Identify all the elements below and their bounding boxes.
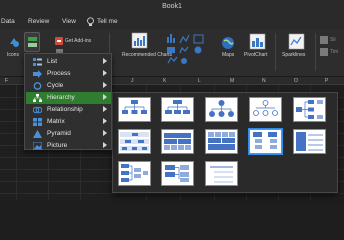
smartart-category-menu: List Process Cycle Hierarchy Relationshi… [24, 53, 112, 150]
submenu-arrow-icon [103, 94, 107, 100]
process-icon [33, 70, 42, 78]
timeline-label: Tim [330, 49, 339, 55]
horizontal-multi-level-thumbnail [165, 165, 189, 182]
submenu-arrow-icon [103, 70, 107, 76]
hierarchy-layout-organization-chart[interactable] [118, 97, 151, 122]
submenu-arrow-icon [103, 118, 107, 124]
hierarchy-icon [33, 94, 42, 102]
window-title: Book1 [162, 3, 182, 10]
architecture-thumbnail [208, 132, 235, 150]
column-header-k[interactable]: K [163, 78, 166, 84]
hierarchy-layout-horizontal-multi-level[interactable] [161, 161, 194, 186]
half-circle-thumbnail [253, 100, 278, 116]
slicer-label: Sli [330, 37, 336, 43]
icons-icon[interactable] [7, 35, 21, 49]
menu-item-label: Process [47, 70, 71, 77]
recommended-charts-label: Recommended Charts [122, 52, 173, 58]
column-header-j[interactable]: J [131, 78, 134, 84]
column-header-p[interactable]: P [325, 78, 328, 84]
hierarchy-layout-name-title-org[interactable] [161, 97, 194, 122]
hierarchy-layout-horizontal[interactable] [293, 97, 326, 122]
menu-item-label: Cycle [47, 82, 64, 89]
tab-data[interactable]: Data [1, 18, 15, 25]
icons-label: Icons [7, 52, 19, 58]
menu-item-list[interactable]: List [26, 56, 111, 68]
hierarchy-gallery [112, 92, 338, 193]
circle-picture-thumbnail [209, 100, 234, 117]
submenu-arrow-icon [103, 130, 107, 136]
chart-types-icon[interactable] [166, 33, 206, 67]
slicer-icon[interactable] [320, 36, 328, 44]
add-ins-icon [55, 37, 63, 45]
horizontal-hierarchy-thumbnail [296, 100, 323, 119]
recommended-charts-icon[interactable] [131, 32, 148, 49]
pivotchart-label: PivotChart [244, 52, 268, 58]
title-bar: Book1 [0, 0, 344, 15]
column-header-l[interactable]: L [198, 78, 201, 84]
menu-item-matrix[interactable]: Matrix [26, 116, 111, 128]
sparklines-label: Sparklines [282, 52, 306, 58]
maps-label: Maps [222, 52, 235, 58]
hierarchy-layout-list[interactable] [248, 128, 283, 155]
hierarchy-list-thumbnail [253, 132, 277, 149]
tab-review[interactable]: Review [28, 18, 49, 25]
picture-icon [33, 142, 42, 150]
hierarchy-layout-circle-picture[interactable] [205, 97, 238, 122]
submenu-arrow-icon [103, 106, 107, 112]
submenu-arrow-icon [103, 82, 107, 88]
matrix-icon [33, 118, 42, 126]
pyramid-icon [33, 130, 42, 138]
menu-item-relationship[interactable]: Relationship [26, 104, 111, 116]
org-chart-thumbnail [122, 100, 147, 114]
tell-me-search[interactable]: Tell me [97, 18, 118, 25]
name-title-org-thumbnail [165, 100, 190, 114]
ribbon-tabs: Data Review View Tell me [0, 15, 344, 29]
timeline-icon[interactable] [320, 48, 328, 56]
cycle-icon [33, 82, 42, 90]
lined-list-thumbnail [296, 132, 323, 151]
pivotchart-icon[interactable] [249, 33, 266, 50]
labeled-hierarchy-thumbnail [120, 132, 149, 151]
sparklines-icon[interactable] [288, 33, 305, 50]
hierarchy-layout-lined-list[interactable] [293, 129, 326, 154]
submenu-arrow-icon [103, 142, 107, 148]
menu-item-hierarchy[interactable]: Hierarchy [26, 92, 111, 104]
list-icon [33, 58, 42, 66]
menu-item-picture[interactable]: Picture [26, 140, 111, 152]
hierarchy-layout-half-circle[interactable] [249, 97, 282, 122]
smartart-button[interactable] [24, 32, 40, 52]
tab-view[interactable]: View [62, 18, 76, 25]
submenu-arrow-icon [103, 58, 107, 64]
maps-icon[interactable] [221, 36, 235, 50]
hierarchy-layout-table[interactable] [161, 129, 194, 154]
table-hierarchy-thumbnail [164, 133, 191, 150]
get-add-ins-button[interactable]: Get Add-ins [65, 38, 91, 44]
column-header-m[interactable]: M [230, 78, 234, 84]
menu-item-process[interactable]: Process [26, 68, 111, 80]
text-lines-thumbnail [210, 166, 233, 183]
hierarchy-layout-text-lines[interactable] [205, 161, 238, 186]
menu-item-label: List [47, 58, 58, 65]
menu-item-pyramid[interactable]: Pyramid [26, 128, 111, 140]
horizontal-org-thumbnail [121, 164, 148, 182]
smartart-icon [28, 37, 37, 47]
menu-item-cycle[interactable]: Cycle [26, 80, 111, 92]
column-header-f[interactable]: F [5, 78, 8, 84]
lightbulb-icon [87, 17, 94, 26]
menu-item-label: Relationship [47, 106, 83, 113]
hierarchy-layout-labeled[interactable] [118, 129, 151, 154]
column-header-n[interactable]: N [262, 78, 266, 84]
menu-item-label: Hierarchy [47, 94, 75, 101]
menu-item-label: Matrix [47, 118, 65, 125]
relationship-icon [33, 106, 42, 114]
hierarchy-layout-horizontal-org[interactable] [118, 161, 151, 186]
column-header-o[interactable]: O [294, 78, 298, 84]
menu-item-label: Picture [47, 142, 68, 149]
hierarchy-layout-architecture[interactable] [205, 129, 238, 154]
menu-item-label: Pyramid [47, 130, 71, 137]
